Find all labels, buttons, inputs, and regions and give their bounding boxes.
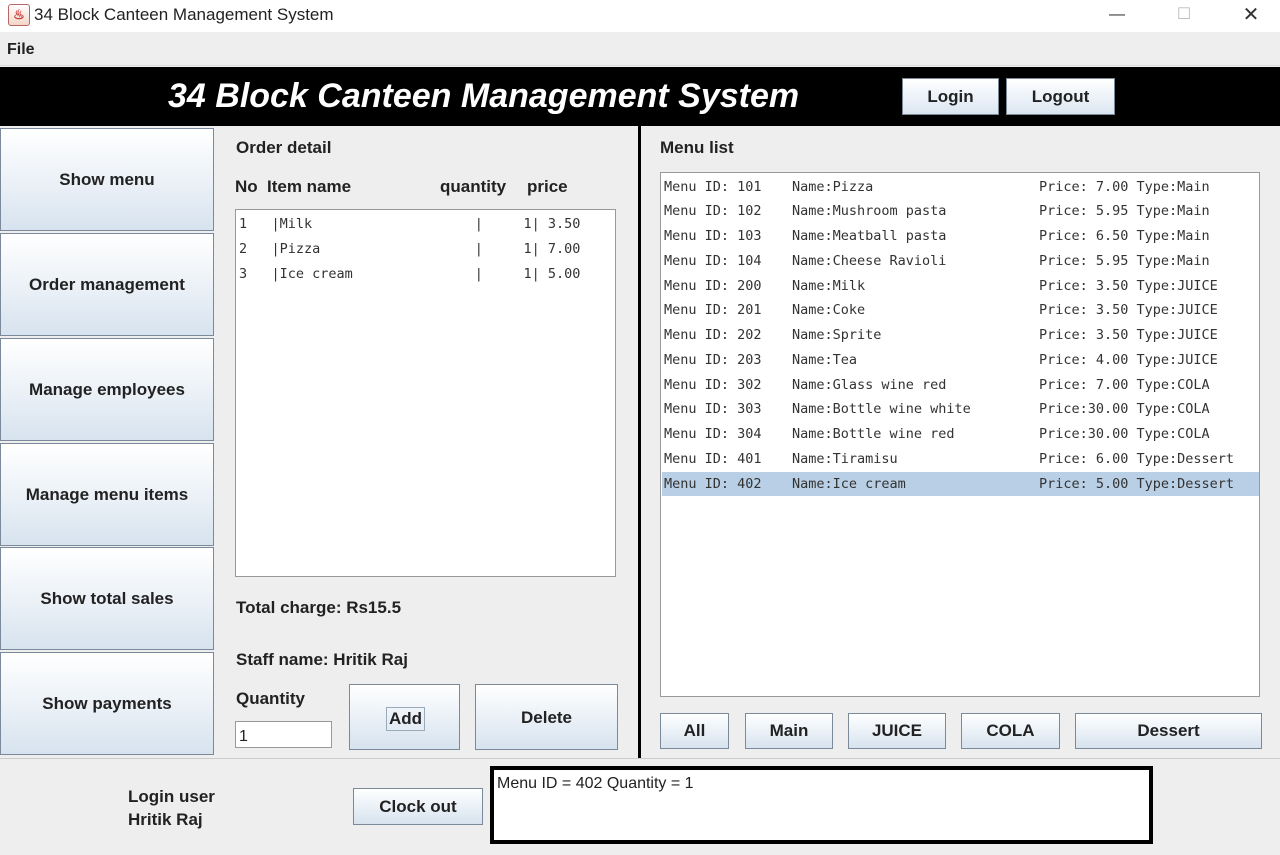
menu-item-name: Name:Milk [792, 278, 866, 294]
add-button-label: Add [386, 707, 426, 731]
menu-item-name: Name:Tiramisu [792, 451, 898, 467]
menu-item-name: Name:Pizza [792, 179, 874, 195]
menu-item-name: Name:Tea [792, 352, 858, 368]
menu-item-name: Name:Mushroom pasta [792, 203, 947, 219]
menu-list-item[interactable]: Menu ID: 401 Name:Tiramisu Price: 6.00 Typ… [662, 447, 1259, 471]
filter-all-button[interactable]: All [660, 713, 729, 749]
menu-item-id: Menu ID: 101 [664, 179, 762, 195]
menu-list-item[interactable]: Menu ID: 202 Name:Sprite Price: 3.50 Type:… [662, 323, 1259, 347]
menu-item-price: Price: 3.50 Type:JUICE [1039, 327, 1218, 343]
window-titlebar: ♨ 34 Block Canteen Management System — ☐… [0, 0, 1280, 32]
login-button[interactable]: Login [902, 78, 999, 115]
col-header-no: No [235, 177, 258, 196]
nav-order-management-button[interactable]: Order management [0, 233, 214, 336]
filter-dessert-button[interactable]: Dessert [1075, 713, 1262, 749]
order-row[interactable]: 3 |Ice cream | 1| 5.00 [239, 266, 580, 286]
col-header-price: price [527, 177, 568, 196]
menu-item-id: Menu ID: 103 [664, 228, 762, 244]
filter-cola-button[interactable]: COLA [961, 713, 1060, 749]
quantity-label: Quantity [236, 689, 305, 708]
minimize-icon[interactable]: — [1084, 0, 1150, 32]
menu-list-item[interactable]: Menu ID: 304 Name:Bottle wine red Price:30… [662, 422, 1259, 446]
login-user-name: Hritik Raj [128, 810, 203, 829]
staff-name: Staff name: Hritik Raj [236, 650, 408, 669]
menu-item-name: Name:Glass wine red [792, 377, 947, 393]
logout-button[interactable]: Logout [1006, 78, 1115, 115]
menu-item-price: Price:30.00 Type:COLA [1039, 426, 1210, 442]
menu-item-id: Menu ID: 202 [664, 327, 762, 343]
menu-item-name: Name:Meatball pasta [792, 228, 947, 244]
menu-list-item[interactable]: Menu ID: 103 Name:Meatball pasta Price: 6.… [662, 224, 1259, 248]
menu-item-price: Price: 7.00 Type:COLA [1039, 377, 1210, 393]
menu-item-name: Name:Coke [792, 302, 866, 318]
menu-item-id: Menu ID: 304 [664, 426, 762, 442]
menu-item-id: Menu ID: 401 [664, 451, 762, 467]
filter-juice-button[interactable]: JUICE [848, 713, 946, 749]
nav-show-payments-button[interactable]: Show payments [0, 652, 214, 755]
java-app-icon: ♨ [8, 4, 30, 26]
menu-item-price: Price: 5.95 Type:Main [1039, 203, 1210, 219]
quantity-input[interactable]: 1 [235, 721, 332, 748]
menu-list-item[interactable]: Menu ID: 102 Name:Mushroom pasta Price: 5.… [662, 199, 1259, 223]
menu-list-title: Menu list [660, 138, 734, 157]
close-icon[interactable]: ✕ [1218, 0, 1280, 32]
menu-file[interactable]: File [7, 41, 35, 59]
menu-list-item[interactable]: Menu ID: 302 Name:Glass wine red Price: 7.… [662, 373, 1259, 397]
menu-item-price: Price: 5.95 Type:Main [1039, 253, 1210, 269]
menu-list[interactable]: Menu ID: 101 Name:Pizza Price: 7.00 Type:M… [660, 172, 1260, 697]
menu-bar: File [0, 34, 1280, 66]
menu-list-item[interactable]: Menu ID: 201 Name:Coke Price: 3.50 Type:JU… [662, 298, 1259, 322]
menu-item-name: Name:Bottle wine white [792, 401, 971, 417]
menu-item-id: Menu ID: 102 [664, 203, 762, 219]
menu-item-price: Price: 5.00 Type:Dessert [1039, 476, 1235, 492]
menu-list-item[interactable]: Menu ID: 303 Name:Bottle wine white Price:… [662, 397, 1259, 421]
menu-item-name: Name:Sprite [792, 327, 882, 343]
order-detail-title: Order detail [236, 138, 332, 157]
menu-item-price: Price: 4.00 Type:JUICE [1039, 352, 1218, 368]
menu-item-id: Menu ID: 302 [664, 377, 762, 393]
total-charge: Total charge: Rs15.5 [236, 598, 402, 617]
menu-list-item[interactable]: Menu ID: 101 Name:Pizza Price: 7.00 Type:M… [662, 175, 1259, 199]
menu-item-price: Price: 7.00 Type:Main [1039, 179, 1210, 195]
nav-show-menu-button[interactable]: Show menu [0, 128, 214, 231]
menu-list-item-selected[interactable]: Menu ID: 402 Name:Ice cream Price: 5.00 Ty… [662, 472, 1259, 496]
col-header-quantity: quantity [440, 177, 507, 196]
menu-item-price: Price: 3.50 Type:JUICE [1039, 302, 1218, 318]
order-list[interactable]: 1 |Milk | 1| 3.50 2 |Pizza | 1| 7.00 3 |… [235, 209, 616, 577]
menu-item-name: Name:Cheese Ravioli [792, 253, 947, 269]
menu-item-price: Price: 6.50 Type:Main [1039, 228, 1210, 244]
header-banner: 34 Block Canteen Management System Login… [0, 67, 1280, 126]
menu-item-price: Price:30.00 Type:COLA [1039, 401, 1210, 417]
nav-manage-menu-items-button[interactable]: Manage menu items [0, 443, 214, 546]
menu-item-name: Name:Bottle wine red [792, 426, 955, 442]
menu-item-name: Name:Ice cream [792, 476, 906, 492]
delete-button[interactable]: Delete [475, 684, 618, 750]
status-message-box: Menu ID = 402 Quantity = 1 [490, 766, 1153, 844]
panel-divider [638, 126, 641, 758]
order-row[interactable]: 1 |Milk | 1| 3.50 [239, 216, 580, 236]
menu-item-price: Price: 3.50 Type:JUICE [1039, 278, 1218, 294]
menu-item-id: Menu ID: 200 [664, 278, 762, 294]
window-title: 34 Block Canteen Management System [34, 5, 334, 24]
menu-item-id: Menu ID: 104 [664, 253, 762, 269]
header-title: 34 Block Canteen Management System [168, 77, 800, 115]
col-header-item-name: Item name [267, 177, 352, 196]
menu-list-item[interactable]: Menu ID: 200 Name:Milk Price: 3.50 Type:JU… [662, 274, 1259, 298]
menu-list-item[interactable]: Menu ID: 203 Name:Tea Price: 4.00 Type:JUI… [662, 348, 1259, 372]
nav-show-total-sales-button[interactable]: Show total sales [0, 547, 214, 650]
login-user-label: Login user [128, 787, 215, 806]
add-button[interactable]: Add [349, 684, 460, 750]
menu-item-price: Price: 6.00 Type:Dessert [1039, 451, 1235, 467]
menu-item-id: Menu ID: 402 [664, 476, 762, 492]
maximize-icon[interactable]: ☐ [1151, 0, 1217, 32]
menu-item-id: Menu ID: 201 [664, 302, 762, 318]
order-row[interactable]: 2 |Pizza | 1| 7.00 [239, 241, 580, 261]
nav-manage-employees-button[interactable]: Manage employees [0, 338, 214, 441]
menu-list-item[interactable]: Menu ID: 104 Name:Cheese Ravioli Price: 5.… [662, 249, 1259, 273]
menu-item-id: Menu ID: 203 [664, 352, 762, 368]
clock-out-button[interactable]: Clock out [353, 788, 483, 825]
menu-item-id: Menu ID: 303 [664, 401, 762, 417]
filter-main-button[interactable]: Main [745, 713, 833, 749]
